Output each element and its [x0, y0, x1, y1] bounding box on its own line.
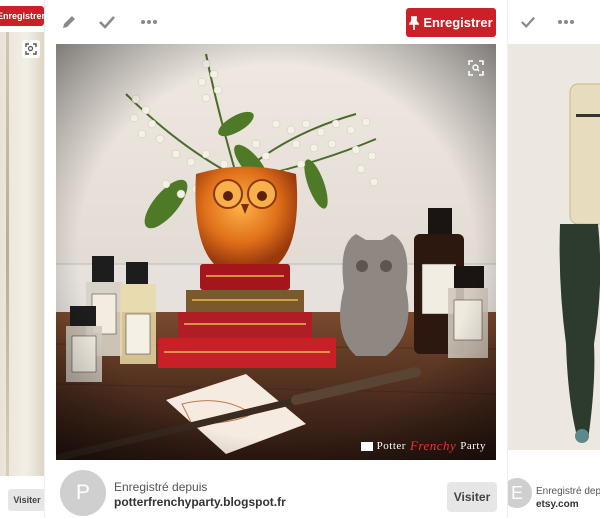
zoom-icon[interactable] [464, 56, 488, 80]
visit-label: Visiter [453, 490, 491, 504]
left-visit-button[interactable]: Visiter [8, 489, 44, 511]
pin-attribution: P Enregistré depuis potterfrenchyparty.b… [56, 466, 497, 516]
right-pin-image[interactable] [508, 44, 600, 450]
avatar-letter: P [75, 481, 90, 504]
source-avatar[interactable]: P [60, 470, 106, 516]
image-watermark: Potter Frenchy Party [360, 438, 486, 454]
pushpin-icon [409, 15, 420, 30]
watermark-part1: Potter [376, 440, 406, 452]
left-save-label: Enregistrer [0, 11, 44, 21]
check-icon[interactable] [95, 10, 119, 34]
save-label: Enregistrer [423, 15, 493, 30]
left-visit-label: Visiter [13, 495, 41, 505]
left-save-button[interactable]: Enregistrer [0, 6, 44, 26]
visit-button[interactable]: Visiter [447, 482, 497, 512]
pin-image[interactable]: Potter Frenchy Party [56, 44, 496, 460]
saved-from-label: Enregistré depuis [114, 480, 208, 494]
source-link[interactable]: potterfrenchyparty.blogspot.fr [114, 495, 286, 509]
right-avatar-letter: E [510, 482, 523, 503]
more-icon[interactable] [137, 10, 161, 34]
right-saved-from-label: Enregistré depu [536, 486, 600, 497]
left-pin-image[interactable] [0, 32, 44, 476]
right-source-avatar[interactable]: E [508, 478, 532, 508]
watermark-part2: Frenchy [409, 438, 457, 453]
right-more-icon[interactable] [554, 10, 578, 34]
watermark-part3: Party [460, 440, 486, 452]
main-pin-card: Enregistrer Potter Frenchy Party P Enreg… [45, 0, 507, 518]
pencil-icon[interactable] [57, 10, 81, 34]
left-pin-card[interactable]: Enregistrer Visiter [0, 0, 44, 518]
right-source-link[interactable]: etsy.com [536, 499, 579, 510]
right-check-icon[interactable] [516, 10, 540, 34]
left-zoom-icon[interactable] [22, 40, 40, 58]
save-button[interactable]: Enregistrer [406, 8, 496, 37]
watermark-envelope-icon [360, 441, 373, 451]
right-pin-card: E Enregistré depu etsy.com [508, 0, 600, 518]
